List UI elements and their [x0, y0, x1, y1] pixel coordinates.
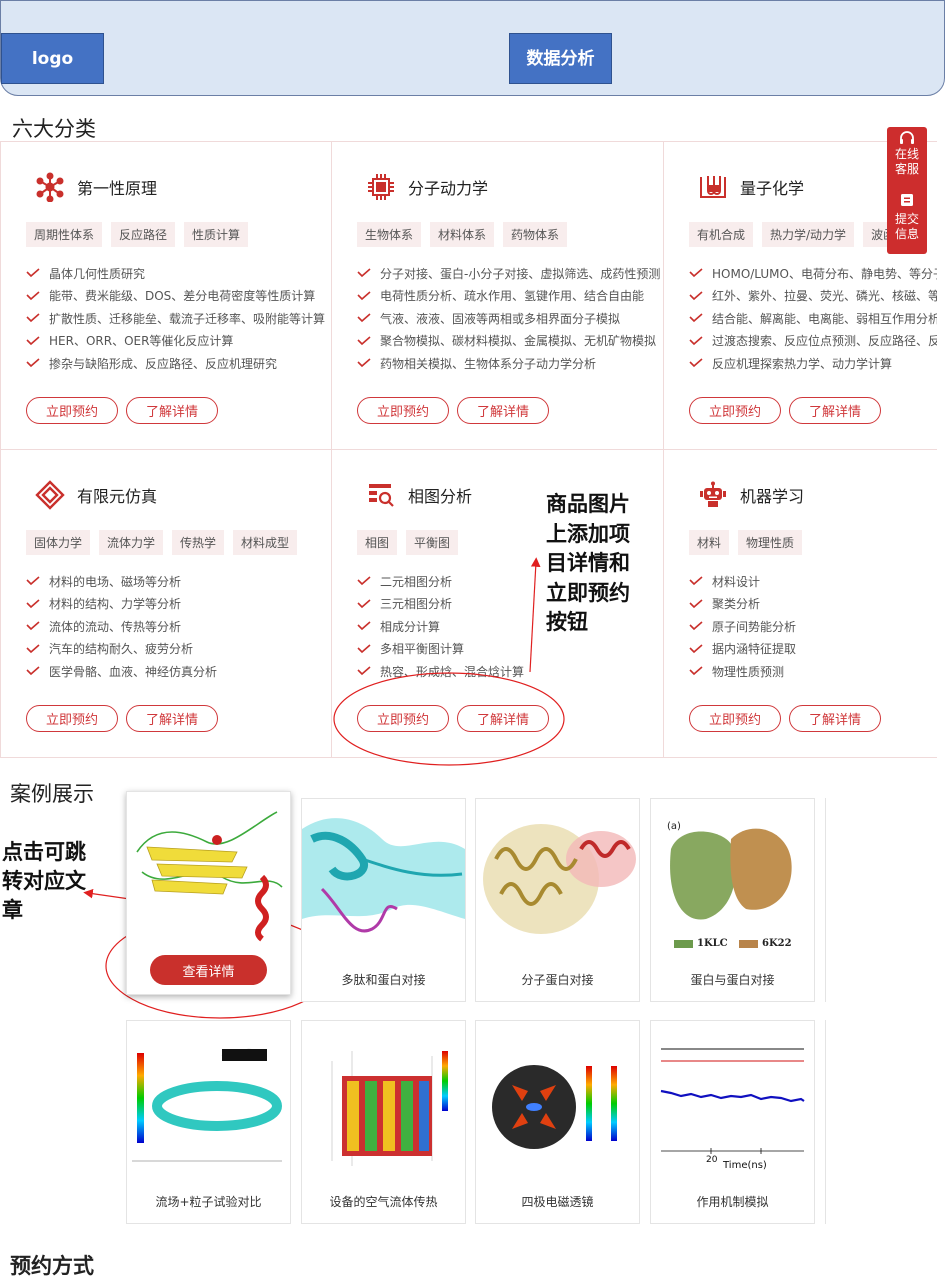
case-card[interactable]: 分子蛋白对接 — [475, 798, 640, 1002]
case-label: 多肽和蛋白对接 — [341, 973, 426, 987]
case-label: 分子蛋白对接 — [521, 973, 594, 987]
case-image-quadrupole-lens — [476, 1021, 639, 1181]
booking-title: 预约方式 — [10, 1254, 94, 1278]
legend-label: 1KLC — [697, 938, 728, 949]
case-image-flow-field — [127, 1021, 290, 1181]
case-card[interactable]: 20 Time(ns) 作用机制模拟 — [650, 1020, 815, 1224]
case-card-edge — [825, 1020, 835, 1224]
legend-label: 6K22 — [762, 938, 792, 949]
case-card[interactable]: 多肽和蛋白对接 — [301, 798, 466, 1002]
case-card-edge — [825, 798, 835, 1002]
case-image-airflow-heat — [302, 1021, 465, 1181]
case-card[interactable]: 四极电磁透镜 — [475, 1020, 640, 1224]
view-details-button[interactable]: 查看详情 — [150, 955, 267, 985]
case-image-molecule-protein-docking — [476, 799, 639, 959]
case-label: 流场+粒子试验对比 — [155, 1195, 262, 1209]
case-card[interactable]: 设备的空气流体传热 — [301, 1020, 466, 1224]
case-image-protein-ribbon — [127, 792, 290, 952]
case-image-mechanism-plot — [651, 1021, 814, 1181]
annotation-ellipse — [333, 672, 565, 766]
annotation-click-note: 点击可跳转对应文章 — [2, 840, 86, 922]
axis-tick-label: 20 — [706, 1155, 718, 1165]
case-card[interactable]: (a) 1KLC 6K22 蛋白与蛋白对接 — [650, 798, 815, 1002]
case-image-peptide-docking — [302, 799, 465, 959]
figure-panel-label: (a) — [667, 821, 681, 832]
case-label: 作用机制模拟 — [696, 1195, 769, 1209]
cases-title: 案例展示 — [10, 782, 94, 806]
case-label: 蛋白与蛋白对接 — [690, 973, 775, 987]
case-card[interactable]: 流场+粒子试验对比 — [126, 1020, 291, 1224]
case-label: 设备的空气流体传热 — [329, 1195, 438, 1209]
axis-label: Time(ns) — [723, 1160, 767, 1171]
case-label: 四极电磁透镜 — [521, 1195, 594, 1209]
annotation-arrow — [529, 557, 541, 673]
